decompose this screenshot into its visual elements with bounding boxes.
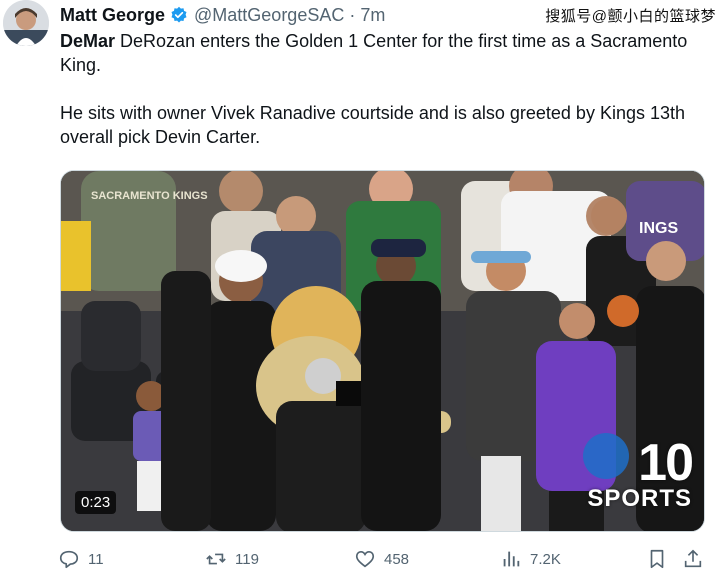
abc-logo-icon bbox=[583, 433, 630, 479]
separator-dot: · bbox=[349, 4, 356, 25]
video-player[interactable]: SACRAMENTO KINGS INGS 0:23 10 SPORTS bbox=[60, 170, 705, 532]
jersey-text: INGS bbox=[639, 220, 678, 237]
views-chart-icon bbox=[503, 551, 520, 567]
share-button[interactable] bbox=[682, 548, 712, 570]
avatar[interactable] bbox=[3, 0, 49, 46]
tweet-text: DeMar DeRozan enters the Golden 1 Center… bbox=[60, 29, 700, 149]
crowd-shirt-text: SACRAMENTO KINGS bbox=[91, 190, 208, 202]
broadcast-logo: 10 SPORTS bbox=[583, 433, 694, 512]
view-count: 7.2K bbox=[530, 550, 561, 568]
bookmark-button[interactable] bbox=[646, 548, 676, 570]
reply-count: 11 bbox=[88, 550, 104, 568]
like-count: 458 bbox=[384, 550, 410, 568]
sports-label: SPORTS bbox=[587, 485, 692, 512]
watermark: 搜狐号@颤小白的篮球梦 bbox=[545, 8, 716, 25]
tweet-text-bold: DeMar bbox=[60, 31, 116, 51]
repost-icon bbox=[206, 553, 226, 565]
tweet-text-line1: DeRozan enters the Golden 1 Center for t… bbox=[60, 31, 688, 75]
timestamp[interactable]: 7m bbox=[360, 5, 385, 26]
author-name[interactable]: Matt George bbox=[60, 5, 165, 26]
repost-button[interactable]: 119 bbox=[205, 548, 259, 570]
tweet-text-line2: He sits with owner Vivek Ranadive courts… bbox=[60, 103, 686, 147]
reply-button[interactable]: 11 bbox=[58, 548, 104, 570]
heart-icon bbox=[355, 551, 375, 568]
bookmark-icon bbox=[650, 549, 664, 569]
share-icon bbox=[684, 549, 702, 568]
repost-count: 119 bbox=[235, 550, 259, 568]
author-handle[interactable]: @MattGeorgeSAC bbox=[194, 5, 344, 26]
like-button[interactable]: 458 bbox=[354, 548, 409, 570]
views-button[interactable]: 7.2K bbox=[500, 548, 561, 570]
tweet-header: Matt George @MattGeorgeSAC · 7m bbox=[60, 4, 385, 26]
video-duration: 0:23 bbox=[75, 491, 117, 514]
verified-badge-icon bbox=[170, 6, 188, 24]
action-bar: 11 119 458 7.2K bbox=[58, 548, 708, 574]
reply-icon bbox=[59, 550, 79, 569]
